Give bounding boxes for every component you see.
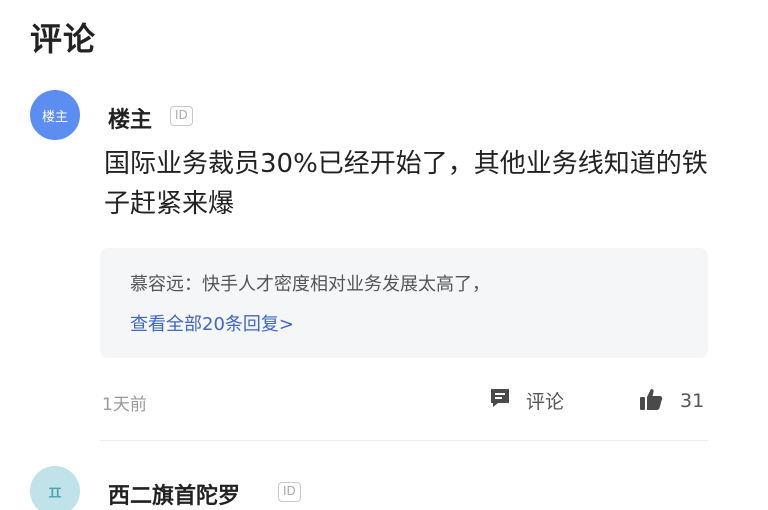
comment-label: 评论 [526, 390, 565, 413]
id-badge: ID [170, 106, 193, 126]
id-badge: ID [278, 482, 301, 502]
reply-preview: 慕容远：快手人才密度相对业务发展太高了， [130, 270, 490, 296]
avatar[interactable]: 楼主 [30, 90, 80, 140]
avatar[interactable]: ㅍ [30, 466, 80, 510]
comment-body: 国际业务裁员30%已经开始了，其他业务线知道的铁子赶紧来爆 [104, 149, 708, 219]
reply-text: 快手人才密度相对业务发展太高了， [202, 274, 490, 295]
username[interactable]: 西二旗首陀罗 [108, 478, 240, 510]
avatar-label: 楼主 [41, 109, 68, 125]
like-button[interactable]: 31 [638, 386, 704, 416]
comment-button[interactable]: 评论 [488, 386, 564, 414]
view-all-replies-link[interactable]: 查看全部20条回复> [130, 310, 294, 336]
comment-icon [488, 386, 512, 414]
reply-preview-box[interactable]: 慕容远：快手人才密度相对业务发展太高了， 查看全部20条回复> [100, 248, 708, 358]
like-count: 31 [680, 390, 705, 412]
reply-author: 慕容远： [130, 274, 202, 295]
thumbs-up-icon [638, 386, 664, 416]
page-title: 评论 [30, 20, 97, 58]
avatar-label: ㅍ [45, 480, 65, 505]
divider [100, 440, 708, 441]
username[interactable]: 楼主 [108, 102, 152, 134]
comment-time: 1天前 [102, 395, 147, 415]
